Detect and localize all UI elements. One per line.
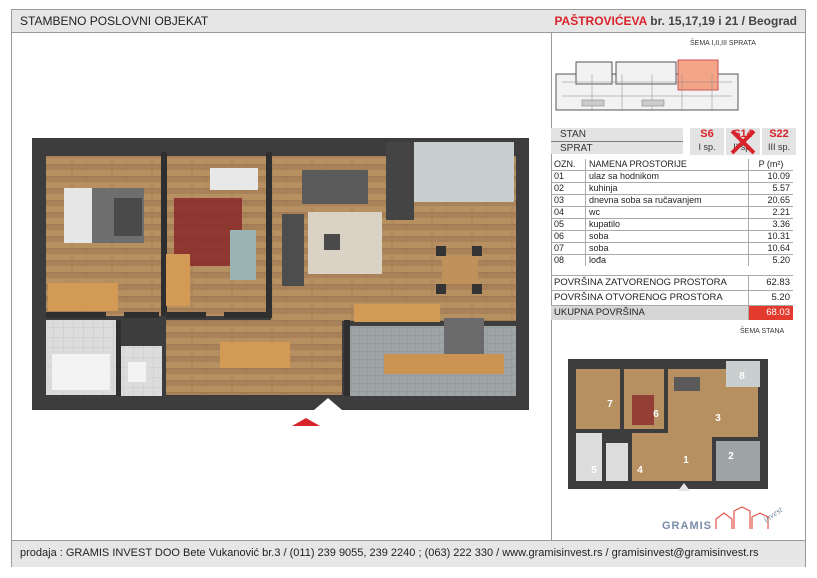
- floor-option-s14[interactable]: S14 II sp.: [726, 128, 760, 155]
- header-bar: STAMBENO POSLOVNI OBJEKAT PAŠTROVIĆEVA b…: [12, 10, 805, 33]
- closed-area-row: POVRŠINA ZATVORENOG PROSTORA 62.83: [551, 275, 793, 291]
- table-row: 08 lođa 5.20: [551, 254, 793, 266]
- scheme-room-number: 7: [607, 399, 613, 410]
- scheme-room-number: 5: [591, 465, 597, 476]
- apartment-scheme-label: ŠEMA STANA: [740, 328, 785, 335]
- contact-footer: prodaja : GRAMIS INVEST DOO Bete Vukanov…: [20, 547, 759, 559]
- apartment-scheme-map: 1 2 3 4 5 6 7 8: [568, 359, 768, 491]
- table-row: 06 soba 10.31: [551, 230, 793, 243]
- cross-icon: [730, 129, 756, 155]
- table-row: 01 ulaz sa hodnikom 10.09: [551, 170, 793, 183]
- floor-label: I sp.: [698, 142, 716, 152]
- scheme-room-number: 1: [683, 455, 689, 466]
- gramis-invest-logo: GRAMIS invest: [662, 504, 785, 532]
- floor-scheme-map: [555, 59, 739, 111]
- table-row: 02 kuhinja 5.57: [551, 182, 793, 195]
- scheme-room-number: 4: [637, 465, 643, 476]
- logo-brand: GRAMIS: [662, 520, 712, 532]
- apartment-selector: STAN SPRAT S6 I sp. S14 II sp. S22 III s…: [551, 128, 796, 156]
- building-title: STAMBENO POSLOVNI OBJEKAT: [20, 14, 209, 28]
- table-header: OZN. NAMENA PROSTORIJE P (m²): [551, 159, 793, 171]
- table-row: 03 dnevna soba sa ručavanjem 20.65: [551, 194, 793, 207]
- address: PAŠTROVIĆEVA br. 15,17,19 i 21 / Beograd: [554, 14, 797, 28]
- total-area-row: UKUPNA POVRŠINA 68.03: [551, 305, 793, 320]
- floor-option-s6[interactable]: S6 I sp.: [690, 128, 724, 155]
- rooms-table: OZN. NAMENA PROSTORIJE P (m²) 01 ulaz sa …: [551, 159, 793, 266]
- scheme-room-number: 3: [715, 413, 721, 424]
- apartment-number: S6: [700, 128, 714, 140]
- street-name: PAŠTROVIĆEVA: [554, 14, 647, 28]
- floor-plan-3d: [32, 138, 529, 426]
- apartment-number: S22: [769, 128, 789, 140]
- open-area-row: POVRŠINA OTVORENOG PROSTORA 5.20: [551, 290, 793, 306]
- table-row: 04 wc 2.21: [551, 206, 793, 219]
- floor-scheme-label: ŠEMA I,II,III SPRATA: [690, 40, 756, 47]
- floor-option-s22[interactable]: S22 III sp.: [762, 128, 796, 155]
- sprat-label: SPRAT: [551, 141, 683, 154]
- totals-table: POVRŠINA ZATVORENOG PROSTORA 62.83 POVRŠI…: [551, 275, 793, 320]
- table-row: 07 soba 10.64: [551, 242, 793, 255]
- table-row: 05 kupatilo 3.36: [551, 218, 793, 231]
- scheme-room-number: 2: [728, 451, 734, 462]
- scheme-room-number: 8: [739, 371, 745, 382]
- footer-bar: prodaja : GRAMIS INVEST DOO Bete Vukanov…: [12, 540, 805, 567]
- logo-word: invest: [761, 504, 784, 525]
- scheme-room-number: 6: [653, 409, 659, 420]
- floor-label: III sp.: [767, 142, 790, 152]
- stan-label: STAN: [551, 128, 683, 141]
- street-number: br. 15,17,19 i 21 / Beograd: [650, 14, 797, 28]
